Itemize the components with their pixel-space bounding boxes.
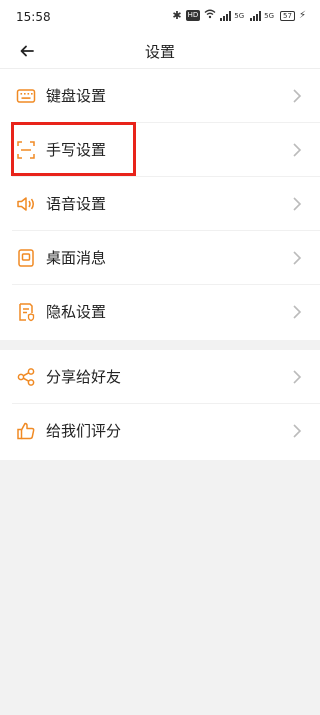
status-bar: 15:58 ✱ HD 5G 5G 57 ⚡	[0, 0, 320, 34]
signal-1-label: 5G	[234, 11, 245, 20]
nav-bar: 设置	[0, 34, 320, 69]
settings-group-social: 分享给好友 给我们评分	[0, 350, 320, 460]
battery-icon: 57	[280, 10, 295, 21]
wifi-icon	[204, 9, 216, 22]
desktop-message-icon	[16, 248, 36, 268]
settings-item-keyboard[interactable]: 键盘设置	[0, 69, 320, 123]
chevron-right-icon	[292, 196, 302, 212]
signal-1-icon	[220, 10, 232, 21]
settings-group-main: 键盘设置 手写设置 语音设置 桌面消息 隐私设置	[0, 69, 320, 340]
settings-item-voice[interactable]: 语音设置	[0, 177, 320, 231]
page-title: 设置	[144, 43, 175, 61]
chevron-right-icon	[292, 304, 302, 320]
keyboard-icon	[16, 86, 36, 106]
chevron-right-icon	[292, 423, 302, 439]
share-icon	[16, 367, 36, 387]
settings-item-privacy[interactable]: 隐私设置	[0, 285, 320, 339]
status-icons: ✱ HD 5G 5G 57 ⚡	[172, 9, 306, 22]
settings-item-label: 分享给好友	[46, 368, 122, 386]
signal-2-label: 5G	[264, 11, 275, 20]
chevron-right-icon	[292, 142, 302, 158]
privacy-document-icon	[16, 302, 36, 322]
signal-2-icon	[250, 10, 262, 21]
chevron-right-icon	[292, 88, 302, 104]
charging-icon: ⚡	[298, 10, 306, 21]
settings-item-share[interactable]: 分享给好友	[0, 350, 320, 404]
hd-badge: HD	[185, 10, 201, 21]
settings-item-rate-us[interactable]: 给我们评分	[0, 404, 320, 458]
chevron-right-icon	[292, 369, 302, 385]
chevron-right-icon	[292, 250, 302, 266]
settings-item-desktop-message[interactable]: 桌面消息	[0, 231, 320, 285]
settings-item-label: 桌面消息	[46, 249, 107, 267]
status-time: 15:58	[16, 10, 51, 24]
highlight-box	[11, 122, 136, 176]
thumbs-up-icon	[16, 421, 36, 441]
settings-item-label: 给我们评分	[46, 422, 122, 440]
settings-item-label: 键盘设置	[46, 87, 107, 105]
settings-item-label: 语音设置	[46, 195, 107, 213]
speaker-icon	[16, 194, 36, 214]
bluetooth-icon: ✱	[172, 9, 182, 22]
settings-item-label: 隐私设置	[46, 303, 107, 321]
